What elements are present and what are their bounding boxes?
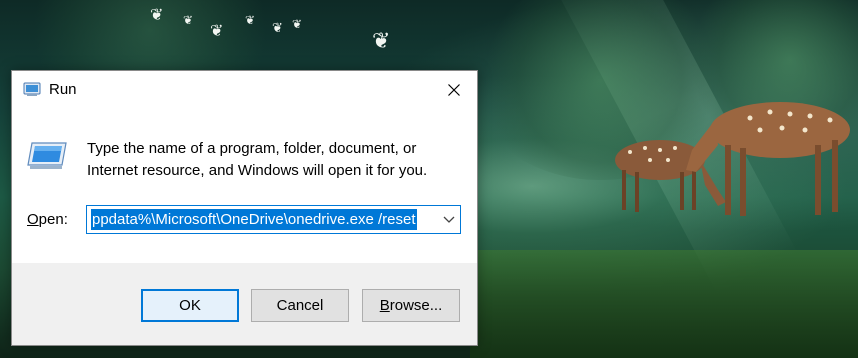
dialog-description: Type the name of a program, folder, docu… (87, 140, 428, 179)
open-input[interactable]: ppdata%\Microsoft\OneDrive\onedrive.exe … (91, 209, 417, 230)
grass (470, 250, 858, 358)
ok-button[interactable]: OK (141, 289, 239, 322)
open-label-text: pen: (38, 211, 68, 228)
title-bar[interactable]: Run (12, 71, 477, 108)
browse-button[interactable]: Browse... (362, 289, 460, 322)
browse-label: rowse... (389, 297, 443, 314)
butterfly-icon: ❦ (245, 13, 256, 27)
close-icon (448, 83, 460, 96)
butterfly-icon: ❦ (150, 7, 164, 24)
dialog-body: Type the name of a program, folder, docu… (12, 108, 477, 263)
butterfly-icon: ❦ (292, 17, 303, 31)
butterfly-icon: ❦ (272, 20, 283, 35)
run-icon (23, 82, 41, 96)
open-combobox[interactable]: ppdata%\Microsoft\OneDrive\onedrive.exe … (86, 205, 461, 234)
deer-icon (615, 102, 850, 216)
butterfly-icon: ❦ (372, 28, 391, 53)
dialog-footer: OK Cancel Browse... (12, 263, 477, 345)
close-button[interactable] (431, 71, 477, 108)
open-label-mnemonic: O (27, 211, 39, 228)
butterfly-icon: ❦ (210, 23, 224, 40)
browse-mnemonic: B (379, 297, 390, 314)
butterfly-icon: ❦ (183, 13, 194, 27)
open-label: Open: (27, 211, 68, 228)
cancel-button[interactable]: Cancel (251, 289, 349, 322)
run-icon (27, 142, 67, 169)
chevron-down-icon[interactable] (442, 212, 456, 226)
run-dialog: Run Type the name of a program, folder, … (11, 70, 478, 346)
dialog-title: Run (49, 81, 77, 98)
